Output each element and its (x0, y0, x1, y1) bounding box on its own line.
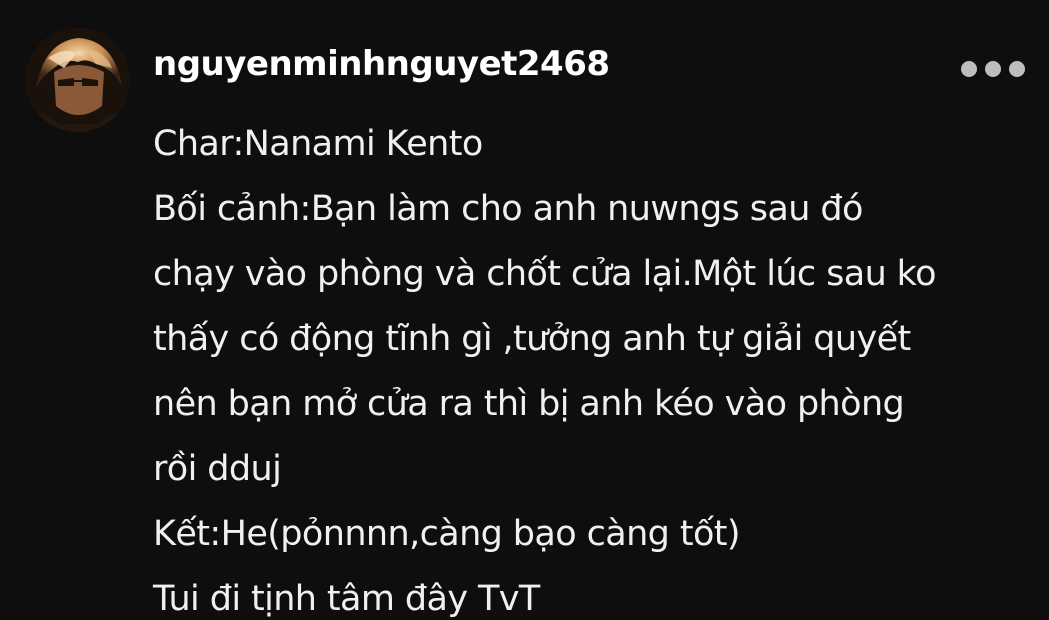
post-line: Kết:He(pỏnnnn,càng bạo càng tốt) (153, 514, 741, 554)
post-line: Bối cảnh:Bạn làm cho anh nuwngs sau đó (153, 189, 863, 229)
more-horizontal-icon (961, 61, 977, 77)
post-line: rồi dduj (153, 449, 282, 489)
username[interactable]: nguyenminhnguyet2468 (153, 44, 610, 85)
more-horizontal-icon (1009, 61, 1025, 77)
avatar[interactable] (26, 28, 130, 132)
post-line: Char:Nanami Kento (153, 124, 483, 164)
comment-post: nguyenminhnguyet2468 Char:Nanami Kento B… (0, 0, 1049, 620)
more-horizontal-icon (985, 61, 1001, 77)
post-line: chạy vào phòng và chốt cửa lại.Một lúc s… (153, 254, 937, 294)
post-line: nên bạn mở cửa ra thì bị anh kéo vào phò… (153, 384, 905, 424)
post-line: Tui đi tịnh tâm đây TvT (153, 579, 540, 619)
post-body: Char:Nanami Kento Bối cảnh:Bạn làm cho a… (153, 112, 1033, 620)
post-line: thấy có động tĩnh gì ,tưởng anh tự giải … (153, 319, 911, 359)
avatar-image (26, 28, 130, 132)
more-options-button[interactable] (961, 58, 1025, 80)
